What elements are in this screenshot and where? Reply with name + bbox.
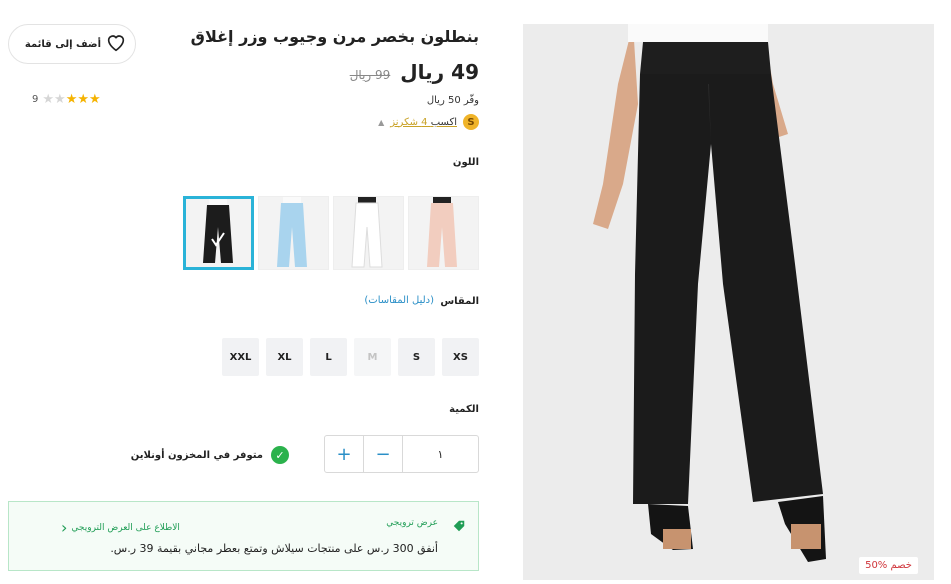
rating-stars: ★ ★ ★ ★ ★ <box>42 93 100 106</box>
star-icon: ★ <box>89 92 101 107</box>
promo-label: عرض ترويجي <box>386 518 438 528</box>
stock-text: متوفر في المخزون أونلاين <box>130 449 263 461</box>
size-options: XS S M L XL XXL <box>222 338 479 376</box>
info-icon[interactable]: ▲ <box>378 118 384 127</box>
swatch-pink[interactable] <box>408 196 479 270</box>
heart-icon <box>105 31 127 57</box>
view-promo-link[interactable]: الاطلاع على العرض الترويجي ‹ <box>61 518 180 537</box>
rating-count: 9 <box>32 94 39 105</box>
price-row: 49 ريال 99 ريال <box>350 60 479 84</box>
check-icon: ✓ <box>271 446 289 464</box>
coin-icon: S <box>463 114 479 130</box>
current-price: 49 ريال <box>400 60 479 84</box>
quantity-value[interactable]: ١ <box>403 436 478 472</box>
size-option-l[interactable]: L <box>310 338 347 376</box>
chevron-left-icon: ‹ <box>61 518 68 537</box>
product-title: بنطلون بخصر مرن وجيوب وزر إغلاق <box>190 27 479 46</box>
product-photo-illustration <box>523 24 934 580</box>
star-icon: ★ <box>65 92 78 107</box>
swatch-black[interactable] <box>183 196 254 270</box>
savings-text: وفّر 50 ريال <box>426 95 479 106</box>
size-option-m[interactable]: M <box>354 338 391 376</box>
rating[interactable]: 9 ★ ★ ★ ★ ★ <box>32 93 101 106</box>
promo-text: أنفق 300 ر.س على منتجات سيلاش وتمتع بعطر… <box>110 542 438 555</box>
old-price: 99 ريال <box>349 68 391 82</box>
quantity-stepper: ١ − + <box>324 435 479 473</box>
size-option-xs[interactable]: XS <box>442 338 479 376</box>
color-swatches <box>183 196 479 270</box>
size-option-xl[interactable]: XL <box>266 338 303 376</box>
loyalty-points: S اكسب 4 شكرنز ▲ <box>378 114 479 130</box>
size-option-s[interactable]: S <box>398 338 435 376</box>
star-icon: ★ <box>54 92 66 107</box>
tag-icon <box>452 518 466 537</box>
star-icon: ★ <box>77 92 89 107</box>
add-to-wishlist-button[interactable]: أضف إلى قائمة <box>8 24 136 64</box>
color-label: اللون <box>452 157 479 168</box>
size-option-xxl[interactable]: XXL <box>222 338 259 376</box>
swatch-white[interactable] <box>333 196 404 270</box>
product-image[interactable]: 50% خصم <box>523 24 934 580</box>
increase-button[interactable]: + <box>325 436 364 472</box>
size-guide-link[interactable]: (دليل المقاسات) <box>364 295 434 306</box>
decrease-button[interactable]: − <box>364 436 403 472</box>
stock-status: ✓ متوفر في المخزون أونلاين <box>131 446 289 464</box>
size-label: المقاس <box>440 296 479 307</box>
promo-link-label: الاطلاع على العرض الترويجي <box>71 522 180 533</box>
star-icon: ★ <box>42 92 55 107</box>
swatch-light-blue[interactable] <box>258 196 329 270</box>
promo-box: عرض ترويجي أنفق 300 ر.س على منتجات سيلاش… <box>8 501 479 571</box>
earn-points-link[interactable]: اكسب 4 شكرنز <box>390 117 457 128</box>
wishlist-label: أضف إلى قائمة <box>24 38 101 50</box>
earn-points: 4 شكرنز <box>390 116 428 128</box>
discount-badge: 50% خصم <box>859 557 918 574</box>
earn-prefix: اكسب <box>430 116 457 128</box>
quantity-label: الكمية <box>449 404 479 415</box>
